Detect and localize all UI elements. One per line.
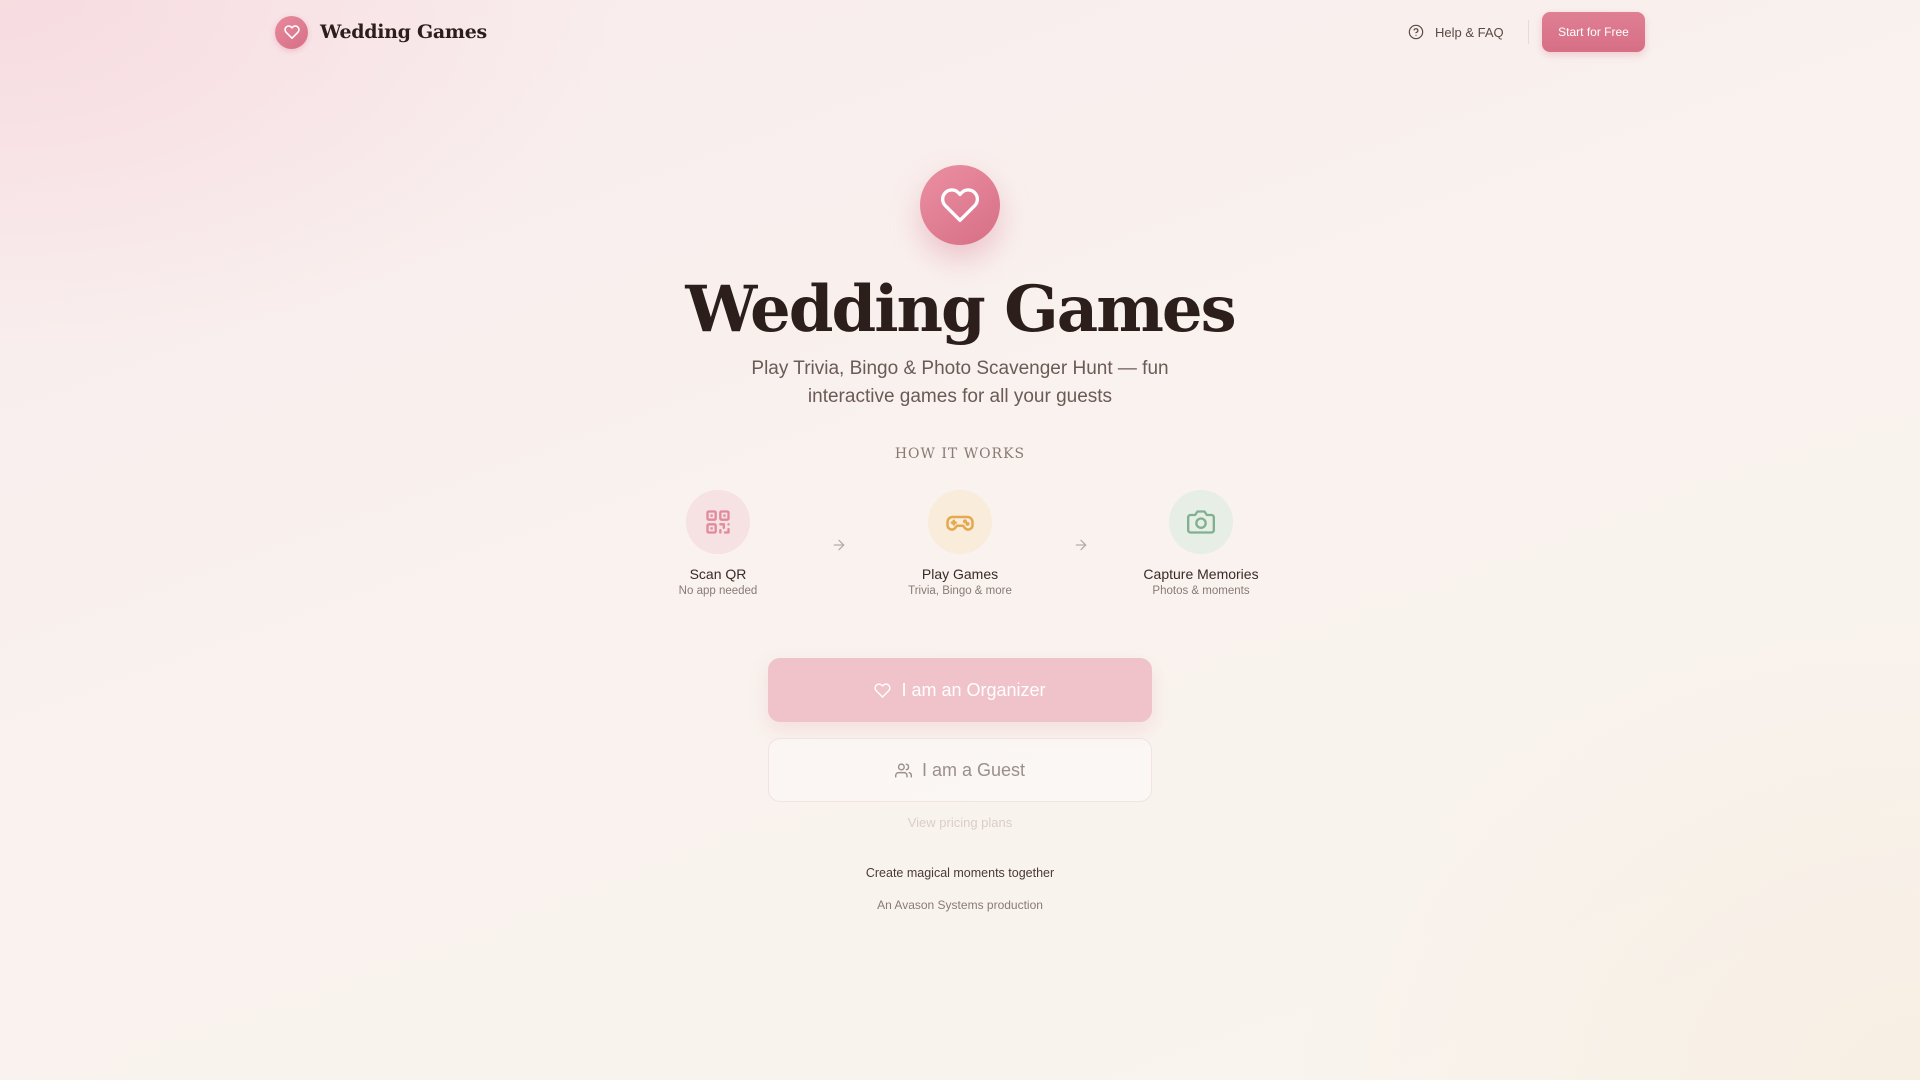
guest-button-label: I am a Guest: [921, 759, 1026, 780]
guest-button[interactable]: I am a Guest: [768, 738, 1152, 802]
how-it-works-heading: HOW IT WORKS: [894, 446, 1026, 462]
step-play-games: Play Games Trivia, Bingo & more: [870, 490, 1050, 597]
step-sublabel: Trivia, Bingo & more: [908, 585, 1012, 597]
arrow-right-icon: [829, 535, 849, 555]
qr-code-icon: [686, 490, 750, 554]
brand[interactable]: Wedding Games: [275, 15, 487, 49]
organizer-button[interactable]: I am an Organizer: [768, 658, 1152, 722]
help-faq-link[interactable]: Help & FAQ: [1408, 20, 1504, 44]
help-faq-label: Help & FAQ: [1435, 24, 1504, 40]
step-label: Scan QR: [689, 566, 747, 582]
step-scan-qr: Scan QR No app needed: [628, 490, 808, 597]
step-label: Capture Memories: [1143, 566, 1259, 582]
organizer-button-label: I am an Organizer: [901, 679, 1046, 700]
step-label: Play Games: [921, 566, 999, 582]
heart-icon: [275, 15, 308, 49]
brand-name: Wedding Games: [320, 21, 487, 43]
footer-credit: An Avason Systems production: [877, 898, 1043, 912]
top-header: Wedding Games Help & FAQ Start for Free: [0, 0, 1920, 64]
step-sublabel: No app needed: [678, 585, 758, 597]
footer-tagline: Create magical moments together: [865, 866, 1055, 880]
arrow-right-icon: [1071, 535, 1091, 555]
hero-heart-icon: [920, 165, 1000, 245]
view-pricing-link[interactable]: View pricing plans: [0, 815, 1920, 830]
step-capture-memories: Capture Memories Photos & moments: [1111, 490, 1291, 597]
header-divider: [1528, 20, 1529, 44]
hero-subtitle: Play Trivia, Bingo & Photo Scavenger Hun…: [751, 358, 1169, 407]
start-for-free-button[interactable]: Start for Free: [1542, 12, 1645, 52]
gamepad-icon: [928, 490, 992, 554]
help-circle-icon: [1408, 24, 1424, 40]
page-title: Wedding Games: [685, 272, 1236, 347]
step-sublabel: Photos & moments: [1152, 585, 1250, 597]
heart-icon: [874, 682, 892, 699]
camera-icon: [1169, 490, 1233, 554]
users-icon: [894, 762, 912, 779]
